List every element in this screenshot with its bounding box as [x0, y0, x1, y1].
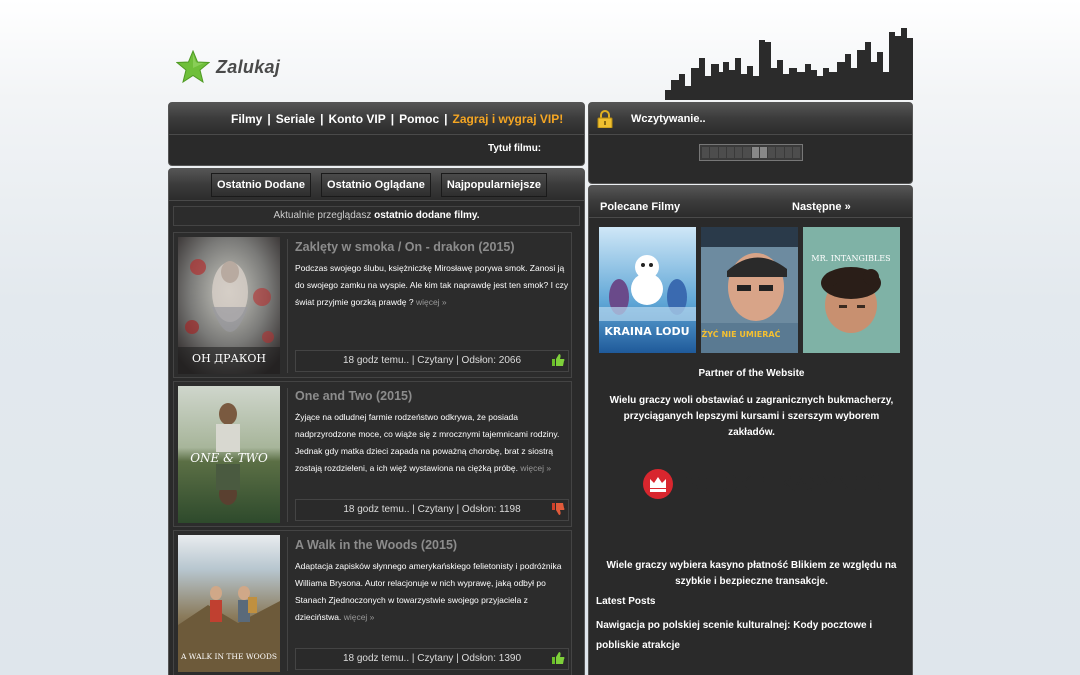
nav-link-filmy[interactable]: Filmy [231, 112, 262, 126]
movie-title[interactable]: A Walk in the Woods (2015) [295, 538, 457, 552]
thumbs-up-icon[interactable] [551, 651, 565, 665]
nav-link-konto-vip[interactable]: Konto VIP [328, 112, 385, 126]
login-panel: Wczytywanie.. [588, 102, 913, 184]
page: Zalukaj Filmy | Seriale | Konto VIP | Po… [168, 0, 913, 675]
movie-poster[interactable]: ONE & TWO [178, 386, 280, 523]
tab-ostatnio-ogladane[interactable]: Ostatnio Oglądane [321, 172, 431, 197]
nav-separator: | [390, 111, 395, 126]
list-tabs: Ostatnio Dodane Ostatnio Oglądane Najpop… [169, 169, 584, 201]
loading-status: Wczytywanie.. [631, 112, 706, 125]
city-skyline-image [665, 28, 913, 100]
movie-poster[interactable]: ОН ДРАКОН [178, 237, 280, 374]
movie-description: Adaptacja zapisków słynnego amerykańskie… [295, 558, 571, 626]
nav-separator: | [444, 111, 448, 126]
poster-caption: A WALK IN THE WOODS [180, 652, 277, 661]
search-label: Tytuł filmu: [488, 143, 542, 154]
movie-stats-text: 18 godz temu.. | Czytany | Odsłon: 1198 [343, 504, 521, 515]
thumbs-up-icon[interactable] [551, 353, 565, 367]
poster-caption: ONE & TWO [190, 451, 268, 465]
tab-ostatnio-dodane[interactable]: Ostatnio Dodane [211, 172, 312, 197]
recommended-posters: KRAINA LODU ŻYĆ NIE UMIERAĆ MR. INTANGIB… [599, 227, 900, 353]
tab-najpopularniejsze[interactable]: Najpopularniejsze [440, 172, 547, 197]
promo-text-bookmakers: Wielu graczy woli obstawiać u zagraniczn… [609, 395, 894, 438]
recommended-poster[interactable]: ŻYĆ NIE UMIERAĆ [701, 227, 798, 353]
poster-caption: ŻYĆ NIE UMIERAĆ [701, 328, 780, 339]
more-link[interactable]: więcej » [416, 297, 447, 307]
more-link[interactable]: więcej » [344, 612, 375, 622]
movie-stats: 18 godz temu.. | Czytany | Odsłon: 2066 [295, 350, 569, 372]
movie-stats: 18 godz temu.. | Czytany | Odsłon: 1198 [295, 499, 569, 521]
loading-progress-bar [699, 144, 803, 161]
movie-item: ОН ДРАКОН Zaklęty w smoka / On - drakon … [173, 232, 572, 378]
latest-post-link[interactable]: Nawigacja po polskiej scenie kulturalnej… [596, 616, 908, 656]
nav-link-vip-contest[interactable]: Zagraj i wygraj VIP! [453, 112, 564, 126]
browsing-info-category: ostatnio dodane filmy. [374, 210, 480, 221]
movie-description: Podczas swojego ślubu, księżniczkę Miros… [295, 260, 571, 311]
recommended-next-link[interactable]: Następne » [792, 201, 851, 213]
recommended-poster[interactable]: MR. INTANGIBLES [803, 227, 900, 353]
browsing-info-prefix: Aktualnie przeglądasz [273, 210, 372, 221]
poster-caption: MR. INTANGIBLES [811, 254, 890, 263]
promo-text-blik: Wiele graczy wybiera kasyno płatność Bli… [606, 560, 897, 587]
movie-title[interactable]: Zaklęty w smoka / On - drakon (2015) [295, 240, 515, 254]
crown-logo-icon [643, 469, 673, 499]
main-nav: Filmy | Seriale | Konto VIP | Pomoc | Za… [169, 103, 584, 135]
poster-caption: ОН ДРАКОН [192, 352, 266, 365]
site-name: Zalukaj [216, 56, 281, 77]
nav-separator: | [267, 111, 271, 126]
nav-separator: | [320, 111, 324, 126]
movie-stats: 18 godz temu.. | Czytany | Odsłon: 1390 [295, 648, 569, 670]
nav-panel: Filmy | Seriale | Konto VIP | Pomoc | Za… [168, 102, 585, 166]
nav-link-pomoc[interactable]: Pomoc [399, 112, 439, 126]
movie-title[interactable]: One and Two (2015) [295, 389, 412, 403]
movie-description: Żyjące na odludnej farmie rodzeństwo odk… [295, 409, 571, 477]
kasyno-brand-text: POLSKIE KASYNOS [682, 472, 884, 496]
movie-stats-text: 18 godz temu.. | Czytany | Odsłon: 1390 [342, 653, 522, 664]
movie-item: ONE & TWO One and Two (2015) Żyjące na o… [173, 381, 572, 527]
movie-stats-text: 18 godz temu.. | Czytany | Odsłon: 2066 [342, 355, 522, 366]
login-header: Wczytywanie.. [589, 103, 912, 135]
browsing-info: Aktualnie przeglądasz ostatnio dodane fi… [173, 206, 580, 226]
partner-heading: Partner of the Website [698, 368, 805, 379]
star-icon [176, 50, 210, 84]
recommended-poster[interactable]: KRAINA LODU [599, 227, 696, 353]
movie-item: A WALK IN THE WOODS A Walk in the Woods … [173, 530, 572, 675]
recommended-header: Polecane Filmy Następne » [589, 186, 912, 218]
nav-link-seriale[interactable]: Seriale [276, 112, 315, 126]
movie-description-text: Adaptacja zapisków słynnego amerykańskie… [295, 561, 562, 622]
recommended-panel: Polecane Filmy Następne » KRAINA LODU ŻY… [588, 185, 913, 675]
movie-list-panel: Ostatnio Dodane Ostatnio Oglądane Najpop… [168, 168, 585, 675]
recommended-title: Polecane Filmy [600, 201, 681, 213]
polskie-kasynos-logo[interactable]: POLSKIE KASYNOS [642, 468, 883, 500]
poster-caption: KRAINA LODU [604, 325, 689, 338]
thumbs-down-icon[interactable] [551, 502, 565, 516]
site-logo[interactable]: Zalukaj [176, 50, 280, 84]
lock-icon [597, 109, 613, 128]
movie-poster[interactable]: A WALK IN THE WOODS [178, 535, 280, 672]
latest-posts-heading: Latest Posts [596, 596, 656, 607]
more-link[interactable]: więcej » [520, 463, 551, 473]
